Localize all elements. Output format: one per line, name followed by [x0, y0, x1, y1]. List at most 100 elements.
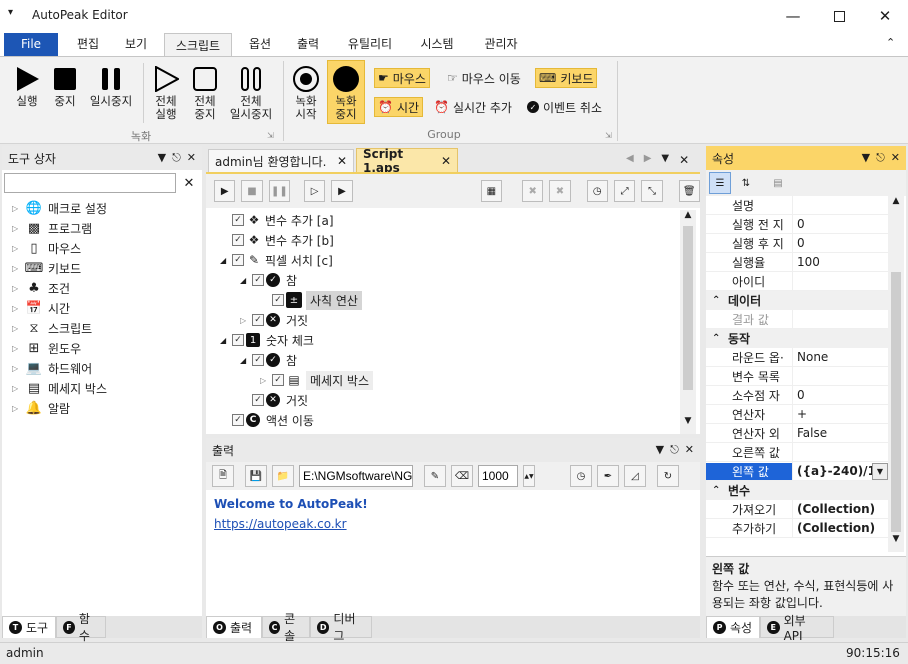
expand-arrow-icon[interactable]: ▷ — [12, 284, 26, 293]
property-value[interactable] — [792, 196, 888, 215]
tab-view[interactable]: 보기 — [114, 32, 158, 56]
collapsed-arrow-icon[interactable]: ▷ — [260, 376, 272, 385]
output-path-input[interactable] — [299, 465, 413, 487]
property-value[interactable]: False — [792, 423, 888, 443]
scroll-up-icon[interactable]: ▲ — [680, 210, 696, 224]
expand-arrow-icon[interactable]: ▷ — [12, 324, 26, 333]
scroll-thumb[interactable] — [683, 226, 693, 390]
toolbox-item[interactable]: ▷ 🌐 매크로 설정 — [2, 198, 202, 218]
checkbox[interactable]: ✓ — [232, 334, 244, 346]
scroll-down-icon[interactable]: ▼ — [680, 416, 696, 426]
scroll-down-icon[interactable]: ▼ — [888, 534, 904, 544]
property-value[interactable] — [792, 442, 888, 462]
dropdown-icon[interactable]: ▼ — [656, 443, 664, 457]
checkbox[interactable]: ✓ — [232, 414, 244, 426]
tree-node[interactable]: ✓ ✕ 거짓 — [216, 390, 680, 410]
toolbox-item[interactable]: ▷ 💻 하드웨어 — [2, 358, 202, 378]
tab-edit[interactable]: 편집 — [66, 32, 110, 56]
run-all-button[interactable]: 전체 실행 — [148, 65, 184, 121]
tab-file[interactable]: File — [4, 33, 58, 56]
property-row[interactable]: 아이디 — [706, 271, 888, 291]
checkbox[interactable]: ✓ — [232, 234, 244, 246]
tree-node[interactable]: ◢ ✓ ✎ 픽셀 서치 [c] — [216, 250, 680, 270]
tab-admin[interactable]: 관리자 — [474, 32, 528, 56]
run-step-icon[interactable]: ▷ — [303, 180, 326, 202]
event-cancel-toggle[interactable]: ✓ 이벤트 취소 — [524, 97, 605, 117]
property-value[interactable]: 0 — [792, 233, 888, 253]
log-link[interactable]: https://autopeak.co.kr — [214, 514, 692, 534]
group-launcher-icon[interactable]: ⇲ — [267, 131, 274, 140]
checkbox[interactable]: ✓ — [252, 394, 264, 406]
checkbox[interactable]: ✓ — [252, 354, 264, 366]
property-pages-icon[interactable]: ▤ — [767, 172, 789, 194]
tab-script1[interactable]: Script 1.aps ✕ — [356, 147, 458, 175]
toolbox-item[interactable]: ▷ ▯ 마우스 — [2, 238, 202, 258]
property-value[interactable] — [792, 309, 888, 329]
pause-all-button[interactable]: 전체 일시중지 — [226, 65, 276, 121]
property-value[interactable]: + — [792, 404, 888, 424]
brush-icon[interactable]: ✒ — [597, 465, 619, 487]
property-value[interactable]: ({a}-240)/167 — [792, 461, 872, 481]
checkbox[interactable]: ✓ — [232, 254, 244, 266]
expanded-arrow-icon[interactable]: ◢ — [240, 276, 252, 285]
scroll-up-icon[interactable]: ▲ — [888, 196, 904, 210]
close-tab-icon[interactable]: ✕ — [441, 154, 451, 168]
tree-node[interactable]: ◢ ✓ 1 숫자 체크 — [216, 330, 680, 350]
mouse-toggle[interactable]: ☛ 마우스 — [374, 68, 430, 88]
save-icon[interactable]: 💾 — [245, 465, 267, 487]
collapse-icon[interactable]: ⤡ — [641, 180, 663, 202]
tab-output[interactable]: 출력 — [286, 32, 330, 56]
property-row[interactable]: 소수점 자 0 — [706, 385, 888, 405]
toolbox-item[interactable]: ▷ ⊞ 윈도우 — [2, 338, 202, 358]
tree-node[interactable]: ✓ ❖ 변수 추가 [b] — [216, 230, 680, 250]
tab-functions[interactable]: F 함수 — [56, 612, 106, 643]
toolbox-item[interactable]: ▷ ⧖ 스크립트 — [2, 318, 202, 338]
property-row[interactable]: 오른쪽 값 — [706, 442, 888, 462]
delete-all-icon[interactable]: ✖ — [549, 180, 571, 202]
collapsed-arrow-icon[interactable]: ▷ — [240, 316, 252, 325]
realtime-add-toggle[interactable]: ⏰ 실시간 추가 — [431, 97, 515, 117]
run-to-icon[interactable]: ▶ — [331, 180, 353, 202]
toolbox-item[interactable]: ▷ ⌨ 키보드 — [2, 258, 202, 278]
tab-console[interactable]: C 콘솔 — [262, 612, 310, 643]
category-variable[interactable]: ⌃ 변수 — [706, 481, 888, 500]
expand-arrow-icon[interactable]: ▷ — [12, 204, 26, 213]
tab-welcome[interactable]: admin님 환영합니다. ✕ — [208, 149, 354, 172]
tab-properties[interactable]: P 속성 — [706, 616, 760, 638]
keyboard-toggle[interactable]: ⌨ 키보드 — [535, 68, 598, 88]
tab-system[interactable]: 시스템 — [410, 32, 464, 56]
clock-icon[interactable]: ◷ — [570, 465, 592, 487]
pin-icon[interactable]: ⎋ — [670, 443, 679, 457]
stop-icon[interactable]: ■ — [241, 180, 263, 202]
expand-arrow-icon[interactable]: ▷ — [12, 364, 26, 373]
close-icon[interactable]: ✕ — [891, 151, 900, 165]
property-value[interactable] — [792, 366, 888, 386]
stop-button[interactable]: 중지 — [50, 65, 80, 108]
clock-icon[interactable]: ◷ — [586, 180, 608, 202]
property-row[interactable]: 설명 — [706, 196, 888, 215]
property-value[interactable]: (Collection) — [792, 499, 888, 519]
refresh-icon[interactable]: ↻ — [657, 465, 679, 487]
clean-icon[interactable]: ✎ — [424, 465, 446, 487]
expand-icon[interactable]: ⤢ — [613, 180, 636, 202]
quick-access-menu-icon[interactable]: ▾ — [8, 7, 13, 18]
editor-scrollbar[interactable]: ▲ ▼ — [680, 210, 696, 434]
expand-arrow-icon[interactable]: ▷ — [12, 304, 26, 313]
folder-icon[interactable]: 📁 — [272, 465, 294, 487]
toolbox-item[interactable]: ▷ ▩ 프로그램 — [2, 218, 202, 238]
expanded-arrow-icon[interactable]: ◢ — [240, 356, 252, 365]
sort-az-icon[interactable]: ⇅ — [735, 172, 757, 194]
scroll-right-icon[interactable]: ▶ — [644, 153, 652, 167]
checkbox[interactable]: ✓ — [272, 294, 284, 306]
collapse-icon[interactable]: ⌃ — [712, 295, 728, 306]
property-value[interactable]: None — [792, 347, 888, 367]
expanded-arrow-icon[interactable]: ◢ — [220, 256, 232, 265]
stop-all-button[interactable]: 전체 중지 — [188, 65, 222, 121]
collapse-icon[interactable]: ⌃ — [712, 333, 728, 344]
toolbox-item[interactable]: ▷ 🔔 알람 — [2, 398, 202, 418]
expand-arrow-icon[interactable]: ▷ — [12, 384, 26, 393]
toolbox-item[interactable]: ▷ ♣ 조건 — [2, 278, 202, 298]
spinner-icon[interactable]: ▲▼ — [523, 465, 535, 487]
properties-scrollbar[interactable]: ▲ ▼ — [888, 196, 904, 552]
record-stop-button[interactable]: 녹화 중지 — [327, 60, 365, 124]
